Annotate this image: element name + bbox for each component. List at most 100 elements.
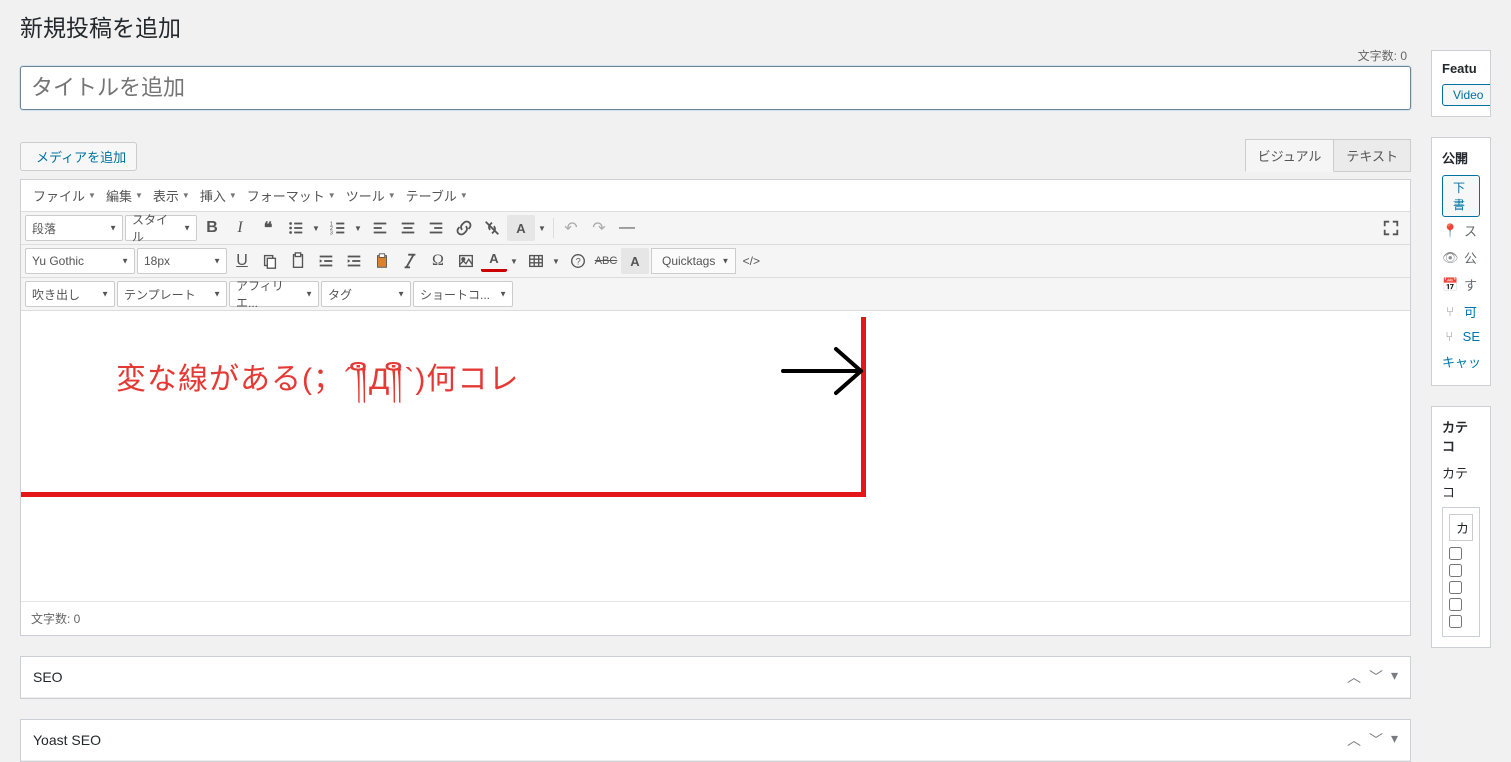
publish-box: 公開 下書 📍ス 👁公 📅す ⑂可 ⑂SE キャッ (1431, 137, 1491, 386)
category-item[interactable] (1449, 545, 1473, 562)
tab-visual[interactable]: ビジュアル (1245, 139, 1335, 172)
clipboard-button[interactable] (369, 248, 395, 274)
page-title: 新規投稿を追加 (20, 0, 1411, 47)
postbox-down-icon[interactable]: ﹀ (1369, 667, 1383, 687)
block-format-select[interactable]: 段落 (25, 215, 123, 241)
bold-button[interactable]: B (199, 215, 225, 241)
add-media-button[interactable]: メディアを追加 (20, 142, 137, 171)
toolbar-row-1: 段落 スタイル B I ❝ ▼ 123▼ A▼ ↶ ↷ — (21, 212, 1410, 245)
visibility-label: 公 (1464, 248, 1477, 267)
quicktags-select[interactable]: Quicktags (651, 248, 736, 274)
seo-link[interactable]: SE (1463, 329, 1480, 344)
calendar-icon: 📅 (1442, 277, 1458, 293)
category-item[interactable] (1449, 613, 1473, 630)
bg-color-button[interactable]: A (621, 248, 649, 274)
text-color-button[interactable]: A (507, 215, 535, 241)
italic-button[interactable]: I (227, 215, 253, 241)
category-item[interactable] (1449, 596, 1473, 613)
category-select[interactable]: カ (1449, 514, 1473, 541)
featured-video-title: Featu (1442, 61, 1480, 76)
svg-text:?: ? (576, 257, 581, 267)
postbox-toggle-icon[interactable]: ▾ (1391, 667, 1398, 687)
hr-button[interactable]: — (614, 215, 640, 241)
category-item[interactable] (1449, 579, 1473, 596)
font-size-select[interactable]: 18px (137, 248, 227, 274)
postbox-up-icon[interactable]: ︿ (1347, 667, 1361, 687)
video-button[interactable]: Video (1442, 84, 1491, 106)
clear-format-button[interactable] (397, 248, 423, 274)
eye-icon: 👁 (1442, 250, 1458, 266)
shortcode-select[interactable]: ショートコ... (413, 281, 513, 307)
fullscreen-button[interactable] (1378, 215, 1404, 241)
menu-view[interactable]: 表示▼ (145, 182, 192, 209)
category-box: カテコ カテコ カ (1431, 406, 1491, 648)
indent-button[interactable] (341, 248, 367, 274)
ordered-list-button[interactable]: 123 (325, 215, 351, 241)
category-checkbox[interactable] (1449, 564, 1462, 577)
table-dropdown[interactable]: ▼ (549, 248, 563, 274)
copy-button[interactable] (257, 248, 283, 274)
menu-insert[interactable]: 挿入▼ (192, 182, 239, 209)
style-select[interactable]: スタイル (125, 215, 197, 241)
redo-button[interactable]: ↷ (586, 215, 612, 241)
ordered-list-dropdown[interactable]: ▼ (351, 215, 365, 241)
tag-select[interactable]: タグ (321, 281, 411, 307)
menu-file[interactable]: ファイル▼ (25, 182, 98, 209)
align-center-button[interactable] (395, 215, 421, 241)
blockquote-button[interactable]: ❝ (255, 215, 281, 241)
svg-text:3: 3 (330, 230, 333, 236)
category-checkbox[interactable] (1449, 615, 1462, 628)
save-draft-button[interactable]: 下書 (1442, 175, 1480, 217)
strikethrough-button[interactable]: ABC (593, 248, 619, 274)
font-color-button[interactable]: A (481, 248, 507, 272)
toolbar-row-2: Yu Gothic 18px U Ω A▼ ▼ ? ABC A Quicktag… (21, 245, 1410, 278)
bullet-list-dropdown[interactable]: ▼ (309, 215, 323, 241)
editor-canvas[interactable]: 変な線がある(；´༎ຶД༎ຶ`)何コレ (21, 311, 1410, 601)
seo-postbox-title: SEO (33, 669, 63, 685)
menu-table[interactable]: テーブル▼ (398, 182, 470, 209)
menu-tools[interactable]: ツール▼ (338, 182, 398, 209)
template-select[interactable]: テンプレート (117, 281, 227, 307)
special-char-button[interactable]: Ω (425, 248, 451, 274)
status-label: ス (1464, 221, 1477, 240)
balloon-select[interactable]: 吹き出し (25, 281, 115, 307)
font-family-select[interactable]: Yu Gothic (25, 248, 135, 274)
category-title: カテコ (1442, 417, 1480, 455)
annotation-horizontal-line (21, 492, 866, 497)
post-title-input[interactable] (20, 66, 1411, 110)
undo-button[interactable]: ↶ (558, 215, 584, 241)
align-left-button[interactable] (367, 215, 393, 241)
postbox-down-icon[interactable]: ﹀ (1369, 730, 1383, 750)
align-right-button[interactable] (423, 215, 449, 241)
annotation-text: 変な線がある(；´༎ຶД༎ຶ`)何コレ (116, 346, 519, 430)
cache-link[interactable]: キャッ (1442, 352, 1481, 371)
unlink-button[interactable] (479, 215, 505, 241)
image-button[interactable] (453, 248, 479, 274)
affiliate-select[interactable]: アフィリエ... (229, 281, 319, 307)
category-checkbox[interactable] (1449, 581, 1462, 594)
category-item[interactable] (1449, 562, 1473, 579)
underline-button[interactable]: U (229, 248, 255, 274)
table-button[interactable] (523, 248, 549, 274)
publish-title: 公開 (1442, 148, 1480, 167)
link-button[interactable] (451, 215, 477, 241)
char-count-top: 文字数: 0 (20, 47, 1411, 66)
featured-video-box: Featu Video (1431, 50, 1491, 117)
category-tab[interactable]: カテコ (1442, 463, 1480, 501)
outdent-button[interactable] (313, 248, 339, 274)
postbox-up-icon[interactable]: ︿ (1347, 730, 1361, 750)
help-button[interactable]: ? (565, 248, 591, 274)
tab-text[interactable]: テキスト (1334, 139, 1411, 172)
menu-format[interactable]: フォーマット▼ (239, 182, 338, 209)
postbox-toggle-icon[interactable]: ▾ (1391, 730, 1398, 750)
category-checkbox[interactable] (1449, 598, 1462, 611)
paste-button[interactable] (285, 248, 311, 274)
menu-edit[interactable]: 編集▼ (98, 182, 145, 209)
bullet-list-button[interactable] (283, 215, 309, 241)
readability-icon: ⑂ (1442, 304, 1458, 319)
font-color-dropdown[interactable]: ▼ (507, 248, 521, 274)
category-checkbox[interactable] (1449, 547, 1462, 560)
text-color-dropdown[interactable]: ▼ (535, 215, 549, 241)
source-code-button[interactable]: </> (738, 248, 764, 274)
readability-link[interactable]: 可 (1464, 302, 1477, 321)
